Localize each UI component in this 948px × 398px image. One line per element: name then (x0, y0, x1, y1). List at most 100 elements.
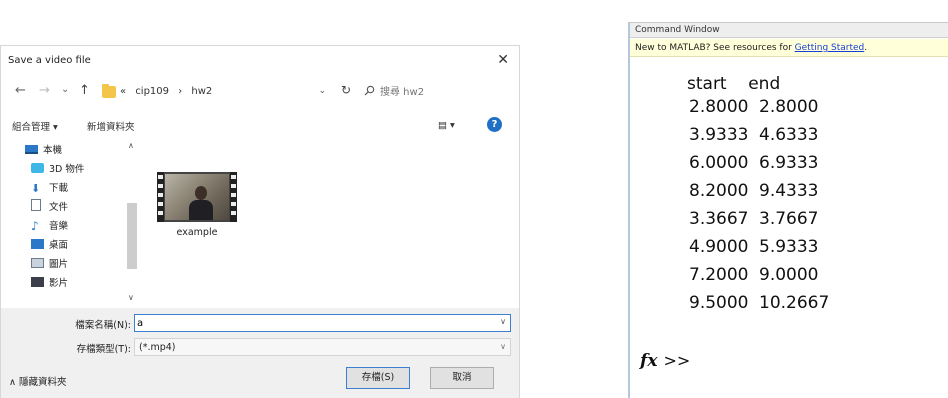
end-value: 10.2667 (759, 293, 830, 313)
nav-item-label: 下載 (49, 183, 69, 194)
forward-arrow-icon[interactable]: → (39, 83, 50, 99)
dialog-footer: 檔案名稱(N): ∨ 存檔類型(T): (*.mp4) ∨ ∧ 隱藏資料夾 存檔… (1, 308, 519, 398)
view-options-button[interactable]: ▤ ▾ (438, 120, 455, 131)
help-icon[interactable]: ? (487, 117, 502, 132)
film-hole (231, 184, 236, 188)
save-video-dialog: Save a video file ✕ ← → ⌄ ↑ « cip109 › h… (0, 45, 520, 398)
command-window-title: Command Window (630, 23, 948, 38)
start-value: 9.5000 (689, 293, 749, 313)
film-hole (158, 175, 163, 179)
command-window[interactable]: Command Window New to MATLAB? See resour… (628, 22, 948, 398)
film-strip-right (230, 172, 237, 222)
address-bar[interactable]: « cip109 › hw2 ⌄ (101, 81, 327, 103)
screen: Save a video file ✕ ← → ⌄ ↑ « cip109 › h… (0, 0, 948, 398)
notice-end: . (864, 43, 868, 53)
film-hole (158, 211, 163, 215)
breadcrumb: « cip109 › hw2 (120, 86, 218, 97)
nav-item-label: 桌面 (49, 240, 69, 251)
filetype-select[interactable]: (*.mp4) ∨ (134, 338, 511, 356)
thumbnail-person-body (189, 200, 213, 220)
film-hole (158, 193, 163, 197)
nav-item-3d-objects[interactable]: 3D 物件 (31, 161, 84, 175)
dialog-title: Save a video file (8, 55, 91, 66)
nav-item-downloads[interactable]: ⬇ 下載 (31, 180, 68, 195)
nav-item-label: 音樂 (49, 221, 69, 232)
output-column-header: start end (687, 74, 781, 94)
start-value: 2.8000 (689, 97, 749, 117)
dialog-titlebar: Save a video file ✕ (1, 46, 519, 76)
refresh-icon[interactable]: ↻ (341, 83, 351, 97)
navigation-pane: 本機 3D 物件 ⬇ 下載 文件 ♪ 音樂 桌面 圖片 影片 (1, 137, 139, 307)
document-icon (31, 199, 41, 211)
end-value: 9.4333 (759, 181, 819, 201)
breadcrumb-item-hw2[interactable]: hw2 (191, 86, 212, 97)
command-prompt[interactable]: fx >> (640, 351, 690, 371)
end-value: 4.6333 (759, 125, 819, 145)
cancel-button[interactable]: 取消 (430, 367, 494, 389)
scrollbar-thumb[interactable] (127, 203, 137, 269)
save-button[interactable]: 存檔(S) (346, 367, 410, 389)
output-row: 3.9333 4.6333 (689, 125, 818, 145)
end-value: 6.9333 (759, 153, 819, 173)
film-hole (231, 202, 236, 206)
nav-pane-scrollbar[interactable]: ∧ ∨ (125, 141, 139, 306)
new-folder-button[interactable]: 新增資料夾 (87, 119, 135, 133)
thumbnail-person-head (195, 186, 207, 200)
filetype-value: (*.mp4) (139, 342, 176, 353)
scroll-up-icon[interactable]: ∧ (128, 141, 134, 150)
nav-item-label: 本機 (43, 145, 63, 156)
getting-started-link[interactable]: Getting Started (795, 43, 865, 53)
file-item[interactable]: example (157, 172, 237, 242)
nav-item-music[interactable]: ♪ 音樂 (31, 218, 68, 233)
nav-item-videos[interactable]: 影片 (31, 275, 68, 289)
hide-folders-button[interactable]: ∧ 隱藏資料夾 (9, 374, 66, 388)
address-dropdown-icon[interactable]: ⌄ (318, 86, 326, 96)
nav-item-documents[interactable]: 文件 (31, 199, 68, 213)
notice-text: New to MATLAB? See resources for (635, 43, 795, 53)
start-value: 8.2000 (689, 181, 749, 201)
nav-item-label: 圖片 (49, 259, 69, 270)
fx-icon[interactable]: fx (640, 351, 657, 371)
search-icon (364, 85, 375, 96)
start-value: 4.9000 (689, 237, 749, 257)
chevron-down-icon[interactable]: ∨ (500, 317, 506, 326)
nav-item-pictures[interactable]: 圖片 (31, 256, 68, 270)
video-thumbnail (165, 174, 229, 220)
pictures-icon (31, 258, 44, 268)
end-value: 3.7667 (759, 209, 819, 229)
organize-button[interactable]: 組合管理 ▾ (12, 119, 58, 133)
breadcrumb-item-cip109[interactable]: cip109 (135, 86, 169, 97)
chevron-down-icon[interactable]: ∨ (500, 342, 506, 351)
nav-item-this-pc[interactable]: 本機 (25, 142, 62, 156)
output-row: 6.0000 6.9333 (689, 153, 818, 173)
film-hole (231, 193, 236, 197)
film-hole (158, 184, 163, 188)
film-hole (231, 211, 236, 215)
end-value: 9.0000 (759, 265, 819, 285)
getting-started-notice: New to MATLAB? See resources for Getting… (630, 39, 948, 57)
film-hole (231, 175, 236, 179)
output-row: 9.5000 10.2667 (689, 293, 829, 313)
filename-input[interactable] (137, 316, 477, 330)
video-file-icon (157, 172, 237, 222)
output-row: 3.3667 3.7667 (689, 209, 818, 229)
videos-icon (31, 277, 44, 287)
search-input[interactable] (380, 84, 500, 100)
start-value: 3.3667 (689, 209, 749, 229)
back-arrow-icon[interactable]: ← (15, 83, 26, 99)
download-icon: ⬇ (31, 182, 41, 195)
start-value: 6.0000 (689, 153, 749, 173)
film-strip-left (157, 172, 164, 222)
up-arrow-icon[interactable]: ↑ (79, 83, 90, 99)
nav-item-desktop[interactable]: 桌面 (31, 237, 68, 251)
music-icon: ♪ (31, 219, 39, 233)
close-icon[interactable]: ✕ (497, 52, 509, 68)
breadcrumb-overflow[interactable]: « (120, 86, 126, 97)
breadcrumb-separator-icon: › (178, 86, 183, 97)
search-box[interactable] (354, 81, 510, 103)
prompt-symbol: >> (663, 351, 691, 370)
recent-locations-icon[interactable]: ⌄ (61, 82, 69, 98)
dialog-toolbar: 組合管理 ▾ 新增資料夾 ▤ ▾ ? (1, 116, 519, 136)
scroll-down-icon[interactable]: ∨ (128, 293, 134, 302)
filename-field[interactable]: ∨ (134, 314, 511, 332)
